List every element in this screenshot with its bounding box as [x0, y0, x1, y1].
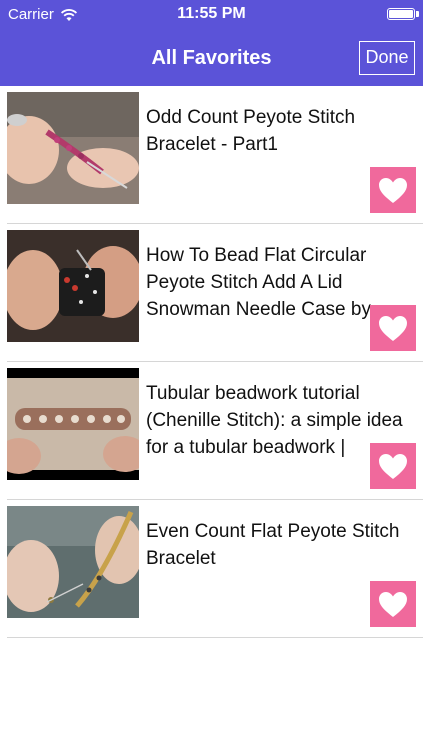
navigation-bar: All Favorites Done	[0, 30, 423, 86]
heart-icon	[379, 591, 407, 617]
video-thumbnail[interactable]	[7, 230, 139, 342]
list-item[interactable]: Even Count Flat Peyote Stitch Bracelet	[7, 500, 423, 638]
heart-icon	[379, 177, 407, 203]
favorite-button[interactable]	[370, 443, 416, 489]
status-bar: Carrier 11:55 PM	[0, 0, 423, 30]
list-item[interactable]: How To Bead Flat Circular Peyote Stitch …	[7, 224, 423, 362]
heart-icon	[379, 453, 407, 479]
battery-tip	[416, 11, 419, 17]
video-thumbnail[interactable]	[7, 92, 139, 204]
video-thumbnail[interactable]	[7, 368, 139, 480]
heart-icon	[379, 315, 407, 341]
list-item[interactable]: Odd Count Peyote Stitch Bracelet - Part1	[7, 86, 423, 224]
favorite-button[interactable]	[370, 581, 416, 627]
done-button[interactable]: Done	[359, 41, 415, 75]
item-title: Odd Count Peyote Stitch Bracelet - Part1	[146, 107, 356, 155]
favorites-list: Odd Count Peyote Stitch Bracelet - Part1…	[0, 86, 423, 638]
battery-level	[389, 10, 413, 18]
list-item[interactable]: Tubular beadwork tutorial (Chenille Stit…	[7, 362, 423, 500]
favorite-button[interactable]	[370, 167, 416, 213]
item-title: Even Count Flat Peyote Stitch Bracelet	[146, 521, 400, 569]
status-time: 11:55 PM	[177, 5, 246, 22]
favorite-button[interactable]	[370, 305, 416, 351]
battery-icon	[387, 8, 415, 20]
video-thumbnail[interactable]	[7, 506, 139, 618]
